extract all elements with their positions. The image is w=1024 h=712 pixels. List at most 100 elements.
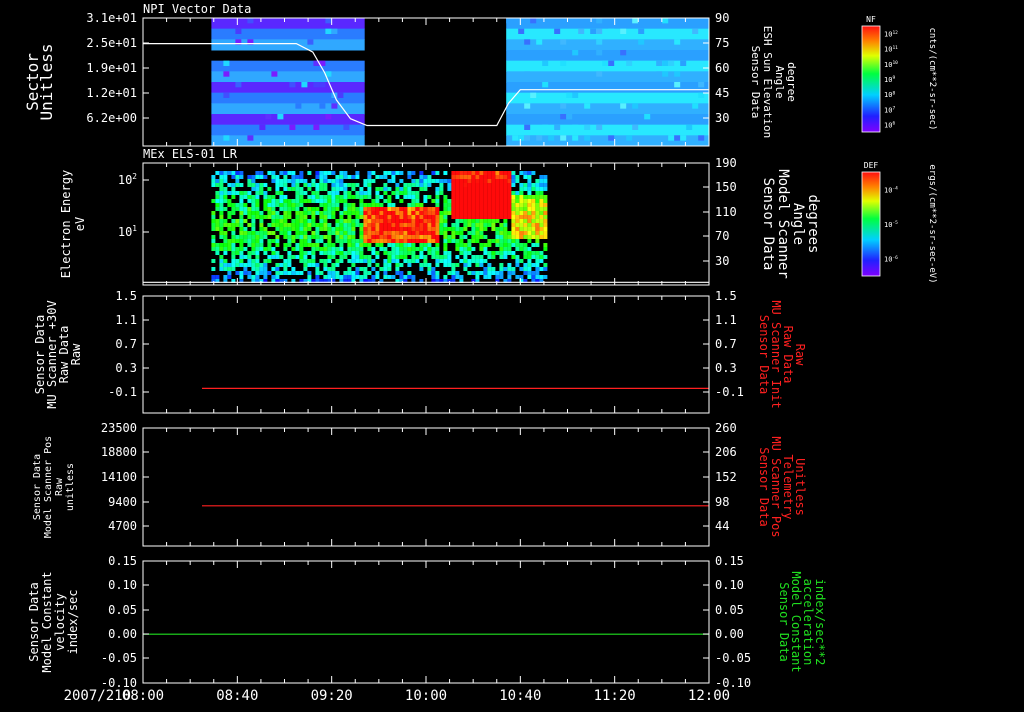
spectrogram-cell: [459, 199, 464, 203]
spectrogram-cell: [435, 235, 440, 239]
spectrogram-cell: [239, 239, 244, 243]
spectrogram-cell: [303, 227, 308, 231]
spectrogram-cell: [411, 215, 416, 219]
spectrogram-cell: [375, 251, 380, 255]
spectrogram-cell: [335, 187, 340, 191]
spectrogram-cell: [403, 255, 408, 259]
spectrogram-cell: [535, 199, 540, 203]
spectrogram-cell: [423, 239, 428, 243]
spectrogram-cell: [339, 255, 344, 259]
spectrogram-cell: [523, 211, 528, 215]
spectrogram-cell: [243, 219, 248, 223]
spectrogram-cell: [371, 235, 376, 239]
heatmap-cell: [536, 39, 543, 45]
y-tick-label-right: -0.1: [715, 385, 744, 399]
spectrogram-cell: [319, 223, 324, 227]
spectrogram-cell: [255, 187, 260, 191]
spectrogram-cell: [279, 215, 284, 219]
spectrogram-cell: [351, 219, 356, 223]
spectrogram-cell: [319, 215, 324, 219]
spectrogram-cell: [467, 171, 472, 175]
spectrogram-cell: [367, 263, 372, 267]
spectrogram-cell: [491, 199, 496, 203]
spectrogram-cell: [259, 171, 264, 175]
spectrogram-cell: [483, 207, 488, 211]
spectrogram-cell: [479, 243, 484, 247]
spectrogram-cell: [291, 227, 296, 231]
spectrogram-cell: [427, 231, 432, 235]
spectrogram-cell: [443, 275, 448, 279]
spectrogram-cell: [475, 239, 480, 243]
spectrogram-cell: [511, 203, 516, 207]
spectrogram-cell: [379, 235, 384, 239]
y-axis-label-right: MU Scanner Init: [769, 300, 783, 408]
spectrogram-cell: [251, 195, 256, 199]
spectrogram-cell: [219, 211, 224, 215]
spectrogram-cell: [379, 239, 384, 243]
spectrogram-cell: [395, 247, 400, 251]
y-tick-label-right: 1.5: [715, 289, 737, 303]
spectrogram-cell: [427, 175, 432, 179]
spectrogram-cell: [503, 199, 508, 203]
spectrogram-cell: [539, 179, 544, 183]
spectrogram-cell: [367, 191, 372, 195]
spectrogram-cell: [415, 207, 420, 211]
spectrogram-cell: [231, 231, 236, 235]
spectrogram-cell: [479, 223, 484, 227]
y-tick-label-right: 30: [715, 254, 729, 268]
spectrogram-cell: [259, 243, 264, 247]
spectrogram-cell: [351, 195, 356, 199]
spectrogram-cell: [359, 247, 364, 251]
spectrogram-cell: [247, 199, 252, 203]
spectrogram-cell: [307, 199, 312, 203]
spectrogram-cell: [535, 275, 540, 279]
heatmap-cell: [626, 60, 633, 66]
spectrogram-cell: [535, 223, 540, 227]
spectrogram-cell: [227, 275, 232, 279]
spectrogram-cell: [215, 171, 220, 175]
spectrogram-cell: [363, 227, 368, 231]
heatmap-cell: [608, 60, 615, 66]
spectrogram-cell: [451, 199, 456, 203]
spectrogram-cell: [455, 227, 460, 231]
spectrogram-cell: [479, 215, 484, 219]
spectrogram-cell: [243, 235, 248, 239]
heatmap-band: [211, 18, 365, 30]
heatmap-cell: [566, 92, 573, 98]
spectrogram-cell: [475, 259, 480, 263]
spectrogram-cell: [355, 271, 360, 275]
spectrogram-cell: [527, 227, 532, 231]
spectrogram-cell: [211, 235, 216, 239]
spectrogram-cell: [407, 231, 412, 235]
spectrogram-cell: [507, 183, 512, 187]
heatmap-band: [211, 28, 365, 40]
spectrogram-cell: [387, 255, 392, 259]
spectrogram-cell: [347, 215, 352, 219]
spectrogram-cell: [479, 171, 484, 175]
spectrogram-cell: [283, 211, 288, 215]
spectrogram-cell: [243, 203, 248, 207]
spectrogram-cell: [427, 251, 432, 255]
spectrogram-cell: [271, 267, 276, 271]
spectrogram-cell: [323, 259, 328, 263]
heatmap-cell: [584, 124, 591, 130]
spectrogram-cell: [215, 219, 220, 223]
spectrogram-cell: [215, 275, 220, 279]
spectrogram-cell: [491, 187, 496, 191]
spectrogram-cell: [271, 239, 276, 243]
spectrogram-cell: [523, 171, 528, 175]
spectrogram-cell: [319, 203, 324, 207]
spectrogram-cell: [507, 263, 512, 267]
spectrogram-cell: [211, 239, 216, 243]
spectrogram-cell: [223, 243, 228, 247]
spectrogram-cell: [371, 275, 376, 279]
spectrogram-cell: [287, 207, 292, 211]
spectrogram-cell: [299, 235, 304, 239]
spectrogram-cell: [395, 191, 400, 195]
npi-colorbar-tick: 1012: [884, 30, 898, 39]
spectrogram-cell: [519, 187, 524, 191]
spectrogram-cell: [295, 271, 300, 275]
spectrogram-cell: [399, 187, 404, 191]
spectrogram-cell: [519, 183, 524, 187]
spectrogram-cell: [379, 211, 384, 215]
